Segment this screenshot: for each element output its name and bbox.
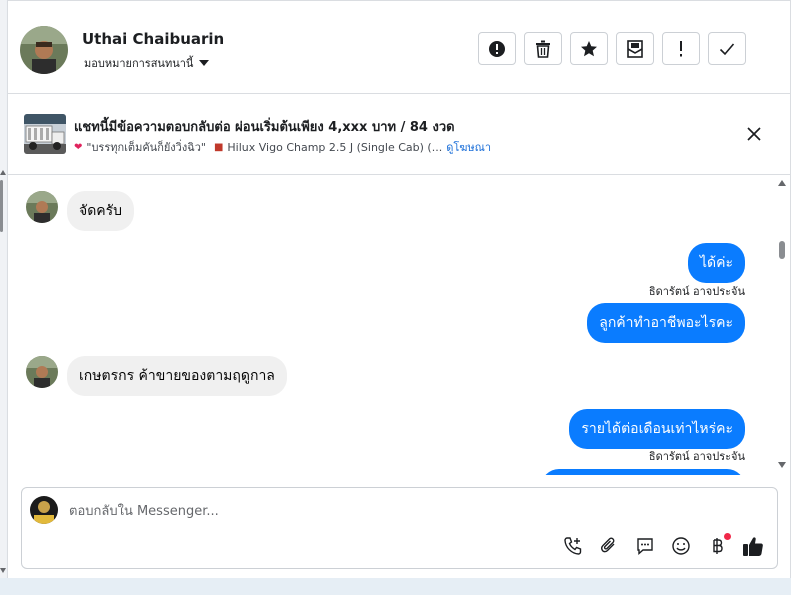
mark-done-button[interactable] (708, 32, 746, 65)
ad-banner-subtitle: ❤ "บรรทุกเต็มคันก็ยังวิ่งฉิว" ■ Hilux Vi… (74, 138, 491, 156)
emoji-button[interactable] (669, 534, 693, 558)
notification-dot (724, 533, 731, 540)
payment-button[interactable] (705, 533, 731, 558)
left-scroll-edge[interactable] (0, 0, 6, 578)
close-banner-button[interactable] (744, 124, 764, 144)
conversation-panel: Uthai Chaibuarin มอบหมายการสนทนานี้ แชทน… (7, 0, 791, 579)
message-list[interactable]: จัดครับ ได้ค่ะ ธิดารัตน์ อาจประจัน ลูกค้… (8, 175, 778, 475)
exclamation-icon (680, 40, 682, 56)
scroll-down-arrow-icon[interactable] (0, 568, 6, 573)
message-scrollbar[interactable] (775, 175, 789, 475)
composer-toolbar (561, 533, 765, 558)
close-icon (747, 127, 761, 141)
attach-button[interactable] (597, 534, 621, 558)
message-bubble-incoming[interactable]: จัดครับ (67, 191, 135, 231)
assign-label: มอบหมายการสนทนานี้ (84, 57, 194, 70)
contact-avatar-small (26, 356, 58, 388)
contact-avatar[interactable] (20, 26, 68, 74)
see-ad-link[interactable]: ดูโฆษณา (446, 138, 491, 156)
saved-replies-button[interactable] (633, 534, 657, 558)
star-button[interactable] (570, 32, 608, 65)
flag-button[interactable] (662, 32, 700, 65)
mark-unread-icon (627, 39, 643, 58)
thumbs-up-icon (743, 537, 763, 556)
bottom-strip (0, 578, 791, 595)
emoji-icon (672, 537, 690, 555)
phone-plus-icon (564, 537, 582, 555)
ad-model: Hilux Vigo Champ 2.5 J (Single Cab) (... (227, 140, 443, 154)
assign-conversation-dropdown[interactable]: มอบหมายการสนทนานี้ (84, 54, 210, 72)
reply-input[interactable] (69, 501, 709, 521)
header-actions (478, 32, 746, 65)
delete-button[interactable] (524, 32, 562, 65)
scroll-up-arrow-icon[interactable] (0, 170, 6, 175)
report-spam-button[interactable] (478, 32, 516, 65)
saved-reply-icon (637, 538, 653, 556)
message-bubble-outgoing-partial[interactable] (541, 469, 745, 475)
paperclip-icon (601, 537, 615, 553)
baht-icon (713, 538, 723, 554)
scroll-down-arrow-icon[interactable] (778, 462, 786, 468)
star-icon (581, 40, 597, 56)
message-bubble-outgoing[interactable]: ได้ค่ะ (687, 243, 745, 283)
message-bubble-outgoing[interactable]: รายได้ต่อเดือนเท่าไหร่คะ (569, 409, 745, 449)
ad-banner-title: แชทนี้มีข้อความตอบกลับต่อ ผ่อนเริ่มต้นเพ… (74, 120, 455, 135)
ad-quote: "บรรทุกเต็มคันก็ยังวิ่งฉิว" (86, 141, 206, 154)
message-bubble-incoming[interactable]: เกษตรกร ค้าขายของตามฤดูกาล (67, 356, 287, 396)
left-scrollbar-thumb[interactable] (0, 180, 3, 232)
trash-icon (536, 40, 550, 58)
contact-avatar-small (26, 191, 58, 223)
message-bubble-outgoing[interactable]: ลูกค้าทำอาชีพอะไรคะ (587, 303, 745, 343)
mark-unread-button[interactable] (616, 32, 654, 65)
car-icon: ■ (213, 141, 224, 153)
sender-name: ธิดารัตน์ อาจประจัน (648, 450, 745, 463)
page-avatar (30, 496, 58, 524)
heart-icon: ❤ (74, 141, 83, 153)
ad-context-banner: แชทนี้มีข้อความตอบกลับต่อ ผ่อนเริ่มต้นเพ… (8, 94, 790, 175)
ad-thumbnail[interactable] (24, 114, 66, 154)
reply-composer (21, 487, 778, 569)
chevron-down-icon (199, 60, 210, 66)
contact-name[interactable]: Uthai Chaibuarin (82, 30, 224, 48)
scroll-up-arrow-icon[interactable] (778, 180, 786, 186)
conversation-header: Uthai Chaibuarin มอบหมายการสนทนานี้ (8, 1, 790, 94)
message-scrollbar-thumb[interactable] (779, 241, 785, 259)
sender-name: ธิดารัตน์ อาจประจัน (648, 285, 745, 298)
check-icon (719, 42, 735, 55)
like-button[interactable] (741, 534, 765, 558)
call-button[interactable] (561, 534, 585, 558)
alert-circle-icon (489, 40, 505, 57)
